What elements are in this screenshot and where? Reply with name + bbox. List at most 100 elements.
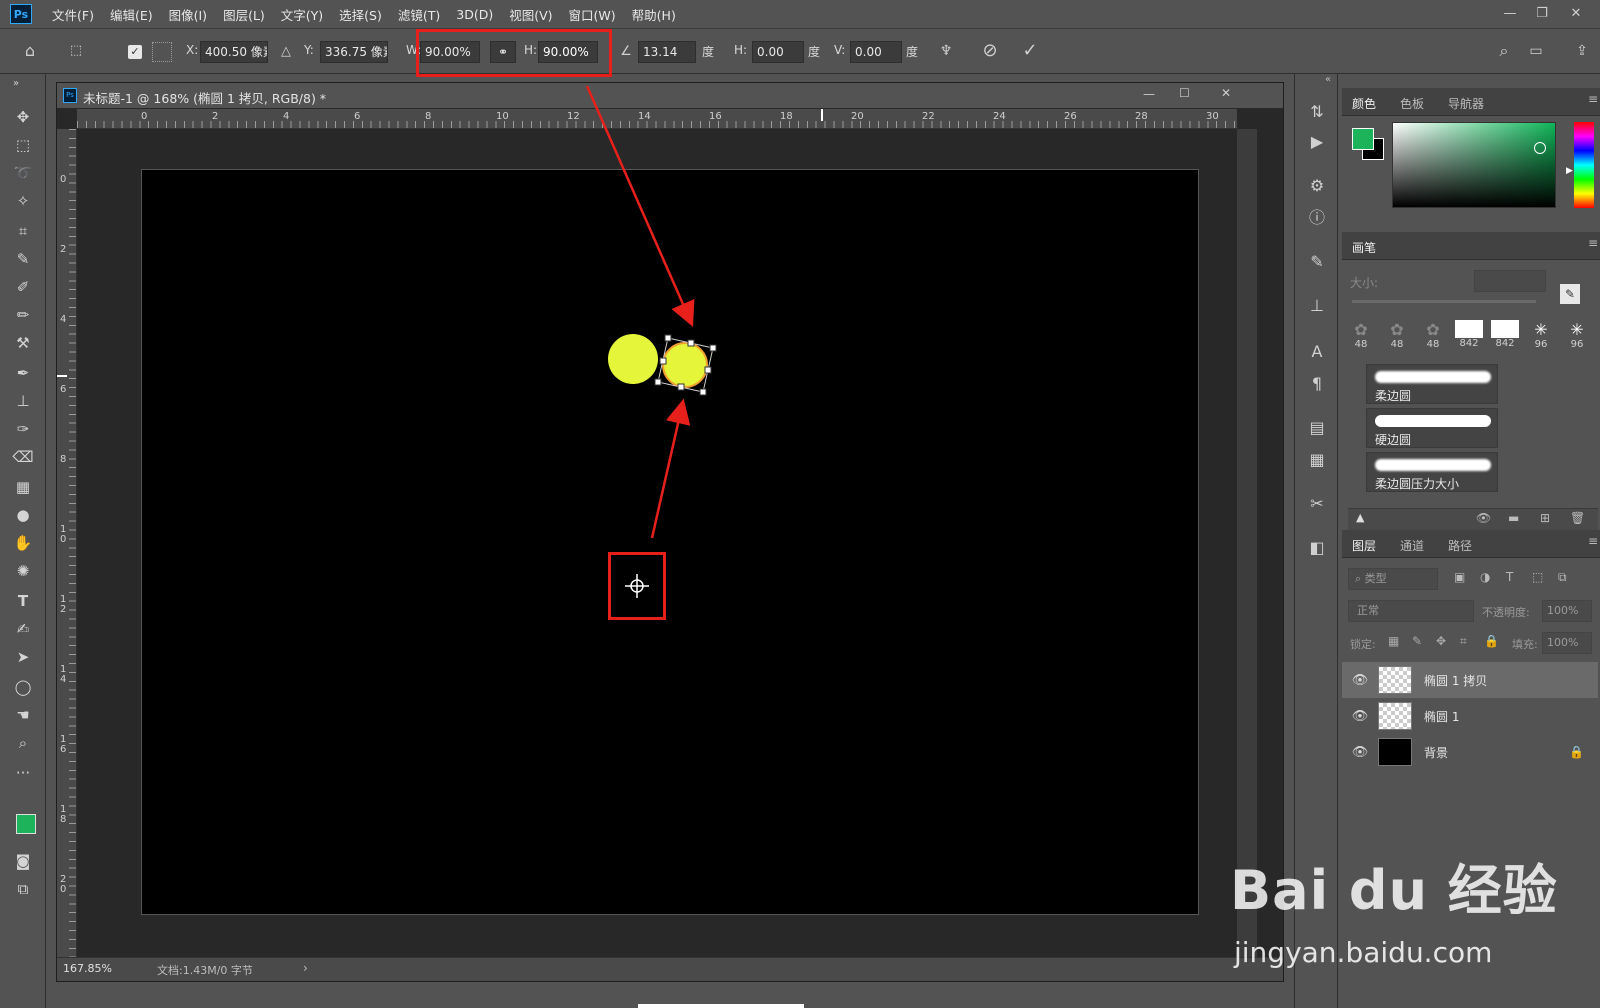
brush-preset-tip[interactable]: ✳ 96 (1524, 320, 1558, 356)
reference-point-crosshair-icon[interactable] (623, 572, 651, 600)
brush-preset-soft-round-pressure[interactable]: 柔边圆压力大小 (1366, 452, 1498, 492)
stamp-icon[interactable]: ⊥ (11, 390, 35, 412)
opacity-field[interactable]: 100% (1542, 600, 1592, 622)
layer-row-background[interactable]: 👁 背景 🔒 (1342, 734, 1598, 770)
foreground-color-swatch[interactable] (16, 814, 36, 834)
brush-size-field[interactable] (1474, 270, 1546, 292)
menu-view[interactable]: 视图(V) (509, 5, 552, 24)
hskew-field[interactable]: 0.00 (752, 41, 804, 63)
more-tools-icon[interactable]: ··· (11, 762, 35, 784)
share-icon[interactable]: ⇪ (1572, 41, 1592, 61)
info-panel-icon[interactable]: ⓘ (1307, 208, 1327, 228)
pen-tool-icon[interactable]: ✍ (11, 618, 35, 640)
lock-pixels-icon[interactable]: ✎ (1412, 634, 1422, 648)
collapse-icon[interactable]: » (4, 78, 28, 90)
clone-source-icon[interactable]: ⊥ (1307, 296, 1327, 316)
cancel-transform-icon[interactable]: ⊘ (980, 41, 1000, 61)
screen-mode-icon[interactable]: ⧉ (11, 878, 35, 900)
tab-brush[interactable]: 画笔 (1352, 239, 1376, 256)
brush-preset-tip[interactable]: ✳ 96 (1560, 320, 1594, 356)
document-info[interactable]: 文档:1.43M/0 字节 (157, 962, 253, 978)
y-field[interactable]: 336.75 像素 (320, 41, 388, 63)
lock-artboard-icon[interactable]: ⌗ (1460, 634, 1467, 649)
zoom-tool-icon[interactable]: ⌕ (11, 732, 35, 754)
menu-window[interactable]: 窗口(W) (569, 5, 616, 24)
minimize-icon[interactable]: — (1500, 4, 1520, 24)
color-panel-foreground-swatch[interactable] (1352, 128, 1374, 150)
menu-edit[interactable]: 编辑(E) (110, 5, 153, 24)
sponge-tool-icon[interactable]: ✺ (11, 560, 35, 582)
transform-tool-icon[interactable]: ⬚ (66, 41, 86, 61)
hand-tool-icon[interactable]: ☚ (11, 704, 35, 726)
tab-swatches[interactable]: 色板 (1400, 95, 1424, 112)
commit-transform-icon[interactable]: ✓ (1020, 41, 1040, 61)
actions-panel-icon[interactable]: ▶ (1307, 132, 1327, 152)
move-tool-icon[interactable]: ✥ (11, 106, 35, 128)
filter-shape-icon[interactable]: ⬚ (1532, 570, 1543, 584)
document-tab[interactable]: Ps 未标题-1 @ 168% (椭圆 1 拷贝, RGB/8) * — ☐ ✕ (57, 83, 1283, 109)
lock-position-icon[interactable]: ✥ (1436, 634, 1446, 648)
color-picker-ring[interactable] (1534, 142, 1546, 154)
brush-tool-icon[interactable]: ✏ (11, 304, 35, 326)
reference-point-grid-icon[interactable] (152, 42, 172, 62)
menu-file[interactable]: 文件(F) (52, 5, 94, 24)
transform-bounding-box[interactable] (648, 330, 728, 400)
type-tool-icon[interactable]: T (11, 590, 35, 612)
art-brush-icon[interactable]: ✑ (11, 418, 35, 440)
restore-icon[interactable]: ❐ (1532, 4, 1552, 24)
canvas[interactable] (141, 169, 1199, 915)
menu-select[interactable]: 选择(S) (339, 5, 382, 24)
tool-presets-icon[interactable]: ✂ (1307, 494, 1327, 514)
filter-adjustment-icon[interactable]: ◑ (1480, 570, 1490, 584)
brush-preset-tip[interactable]: 842 (1452, 320, 1486, 356)
doc-minimize-icon[interactable]: — (1143, 87, 1155, 101)
tab-color[interactable]: 颜色 (1352, 95, 1376, 112)
hue-slider[interactable] (1574, 122, 1594, 208)
visibility-eye-icon[interactable]: 👁 (1348, 709, 1372, 724)
panel-menu-icon[interactable]: ≡ (1588, 92, 1598, 106)
brush-size-slider[interactable] (1352, 300, 1536, 303)
tab-paths[interactable]: 路径 (1448, 537, 1472, 554)
lock-all-icon[interactable]: 🔒 (1484, 634, 1499, 648)
visibility-eye-icon[interactable]: 👁 (1348, 745, 1372, 760)
history-brush-icon[interactable]: ✒ (11, 362, 35, 384)
tab-navigator[interactable]: 导航器 (1448, 95, 1484, 112)
hue-marker-icon[interactable]: ▶ (1566, 166, 1573, 176)
delete-brush-icon[interactable]: 🗑 (1570, 511, 1585, 525)
brush-size-slider-icon[interactable]: ▲ (1356, 511, 1364, 524)
clone-stamp-icon[interactable]: ⚒ (11, 332, 35, 354)
brush-preset-tip[interactable]: ✿ 48 (1380, 320, 1414, 356)
brush-preset-tip[interactable]: 842 (1488, 320, 1522, 356)
menu-filter[interactable]: 滤镜(T) (398, 5, 440, 24)
lasso-tool-icon[interactable]: ➰ (11, 162, 35, 184)
eraser-tool-icon[interactable]: ⌫ (11, 446, 35, 468)
doc-maximize-icon[interactable]: ☐ (1179, 86, 1190, 100)
vertical-scrollbar[interactable] (1237, 129, 1257, 957)
blend-mode-select[interactable]: 正常 (1348, 600, 1474, 622)
search-icon[interactable]: ⌕ (1494, 41, 1514, 61)
properties-panel-icon[interactable]: ▤ (1307, 418, 1327, 438)
menu-image[interactable]: 图像(I) (169, 5, 207, 24)
artboard-panel-icon[interactable]: ◧ (1307, 538, 1327, 558)
new-brush-icon[interactable]: ⊞ (1540, 511, 1550, 525)
gradient-tool-icon[interactable]: ▦ (11, 476, 35, 498)
quick-mask-icon[interactable]: ◙ (11, 850, 35, 872)
tab-layers[interactable]: 图层 (1352, 537, 1376, 554)
dodge-tool-icon[interactable]: ✋ (11, 532, 35, 554)
eyedropper-icon[interactable]: ✎ (11, 248, 35, 270)
reference-point-checkbox[interactable]: ✓ (128, 45, 142, 59)
vskew-field[interactable]: 0.00 (850, 41, 902, 63)
brush-panel-menu-icon[interactable]: ≡ (1588, 236, 1598, 250)
filter-pixel-icon[interactable]: ▣ (1454, 570, 1465, 584)
brush-preset-hard-round[interactable]: 硬边圆 (1366, 408, 1498, 448)
brush-new-preset-icon[interactable]: ✎ (1560, 284, 1580, 304)
zoom-level[interactable]: 167.85% (63, 962, 112, 975)
close-icon[interactable]: ✕ (1566, 4, 1586, 24)
visibility-eye-icon[interactable]: 👁 (1348, 673, 1372, 688)
warp-icon[interactable]: ♆ (936, 41, 956, 61)
crop-tool-icon[interactable]: ⌗ (11, 220, 35, 242)
menu-3d[interactable]: 3D(D) (456, 7, 493, 22)
relative-position-icon[interactable]: △ (276, 42, 296, 62)
collapse-panels-icon[interactable]: « (1325, 74, 1331, 85)
menu-layer[interactable]: 图层(L) (223, 5, 265, 24)
